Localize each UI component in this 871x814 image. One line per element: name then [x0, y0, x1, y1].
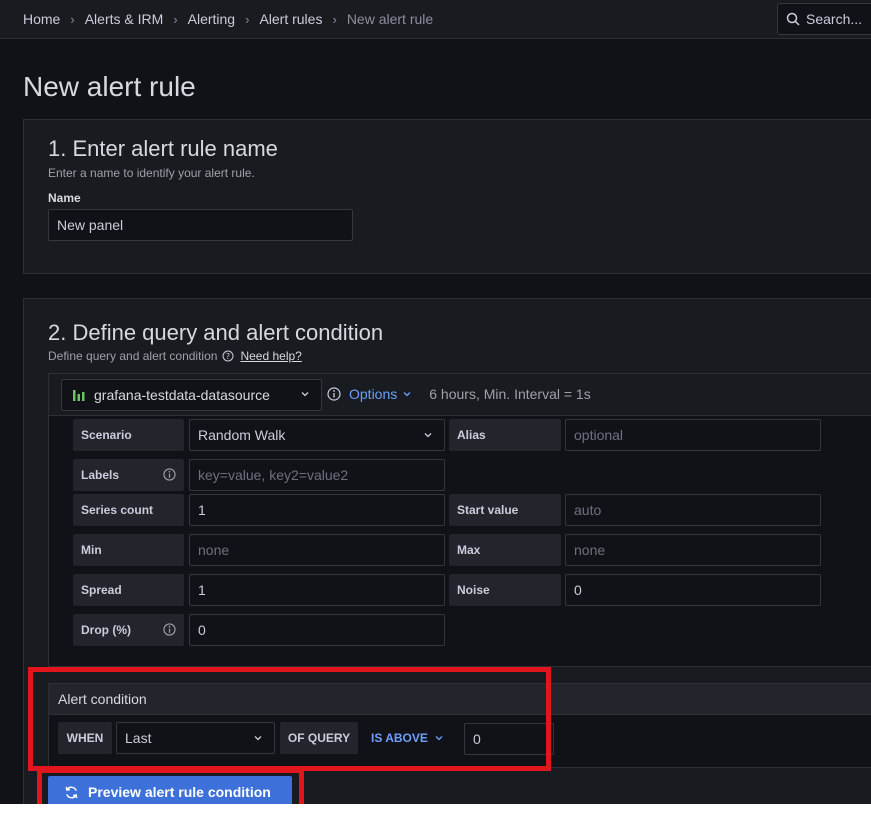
query-editor: grafana-testdata-datasource Options 6 ho…	[48, 373, 871, 667]
min-input[interactable]: none	[189, 534, 445, 566]
drop-label: Drop (%)	[73, 614, 184, 646]
breadcrumb-alerts-irm[interactable]: Alerts & IRM	[85, 11, 164, 27]
section-2-description-row: Define query and alert condition ? Need …	[48, 349, 302, 363]
breadcrumb: Home › Alerts & IRM › Alerting › Alert r…	[23, 11, 433, 27]
alias-input[interactable]: optional	[565, 419, 821, 451]
chevron-right-icon: ›	[245, 11, 250, 27]
min-placeholder: none	[198, 542, 230, 558]
max-placeholder: none	[574, 542, 606, 558]
series-count-value: 1	[198, 502, 206, 518]
spread-label: Spread	[73, 574, 184, 606]
chevron-down-icon	[403, 392, 411, 397]
top-bar: Home › Alerts & IRM › Alerting › Alert r…	[0, 0, 871, 39]
noise-label: Noise	[449, 574, 561, 606]
alias-placeholder: optional	[574, 427, 624, 443]
query-options[interactable]: Options 6 hours, Min. Interval = 1s	[327, 386, 591, 402]
datasource-logo-icon	[73, 390, 85, 401]
labels-input[interactable]: key=value, key2=value2	[189, 459, 445, 491]
start-value-input[interactable]: auto	[565, 494, 821, 526]
chevron-down-icon	[301, 392, 309, 397]
series-count-input[interactable]: 1	[189, 494, 445, 526]
breadcrumb-home[interactable]: Home	[23, 11, 60, 27]
max-input[interactable]: none	[565, 534, 821, 566]
series-count-label: Series count	[73, 494, 184, 526]
preview-button-label: Preview alert rule condition	[88, 784, 271, 800]
scenario-label: Scenario	[73, 419, 184, 451]
sync-icon	[65, 786, 78, 798]
labels-placeholder: key=value, key2=value2	[198, 467, 349, 483]
query-header: grafana-testdata-datasource Options 6 ho…	[49, 374, 871, 416]
breadcrumb-alert-rules[interactable]: Alert rules	[259, 11, 322, 27]
name-field[interactable]: New panel	[48, 209, 353, 241]
chevron-right-icon: ›	[332, 11, 337, 27]
search-placeholder: Search...	[806, 11, 863, 27]
highlight-alert-condition	[28, 667, 551, 771]
chevron-right-icon: ›	[173, 11, 178, 27]
noise-input[interactable]: 0	[565, 574, 821, 606]
spread-input[interactable]: 1	[189, 574, 445, 606]
need-help-link[interactable]: Need help?	[240, 349, 301, 363]
breadcrumb-current: New alert rule	[346, 11, 434, 27]
scenario-value: Random Walk	[198, 427, 286, 443]
name-label: Name	[48, 191, 81, 205]
chevron-down-icon	[424, 433, 432, 438]
labels-label-text: Labels	[81, 468, 120, 482]
alias-label: Alias	[449, 419, 561, 451]
svg-text:?: ?	[226, 352, 230, 361]
info-circle-icon	[163, 468, 176, 481]
section-2-heading: 2. Define query and alert condition	[48, 320, 384, 345]
drop-label-text: Drop (%)	[81, 623, 131, 637]
datasource-picker[interactable]: grafana-testdata-datasource	[61, 379, 322, 411]
min-label: Min	[73, 534, 184, 566]
page-bottom-edge	[0, 804, 871, 814]
options-meta: 6 hours, Min. Interval = 1s	[429, 386, 591, 402]
chevron-right-icon: ›	[70, 11, 75, 27]
drop-input[interactable]: 0	[189, 614, 445, 646]
start-value-label: Start value	[449, 494, 561, 526]
breadcrumb-alerting[interactable]: Alerting	[188, 11, 235, 27]
drop-value: 0	[198, 622, 206, 638]
section-2-description: Define query and alert condition	[48, 349, 218, 363]
scenario-select[interactable]: Random Walk	[189, 419, 445, 451]
search-icon	[786, 12, 800, 26]
max-label: Max	[449, 534, 561, 566]
options-link[interactable]: Options	[349, 386, 397, 402]
search-input[interactable]: Search...	[777, 3, 871, 35]
section-rule-name: 1. Enter alert rule name Enter a name to…	[23, 119, 871, 274]
section-1-description: Enter a name to identify your alert rule…	[48, 166, 255, 180]
name-value: New panel	[57, 217, 124, 233]
page-title: New alert rule	[23, 71, 196, 102]
start-value-placeholder: auto	[574, 502, 602, 518]
question-circle-icon: ?	[222, 350, 234, 362]
spread-value: 1	[198, 582, 206, 598]
datasource-name: grafana-testdata-datasource	[94, 387, 270, 403]
info-circle-icon	[163, 623, 176, 636]
labels-label: Labels	[73, 459, 184, 491]
info-circle-icon	[327, 387, 341, 401]
noise-value: 0	[574, 582, 582, 598]
section-1-heading: 1. Enter alert rule name	[48, 136, 278, 161]
